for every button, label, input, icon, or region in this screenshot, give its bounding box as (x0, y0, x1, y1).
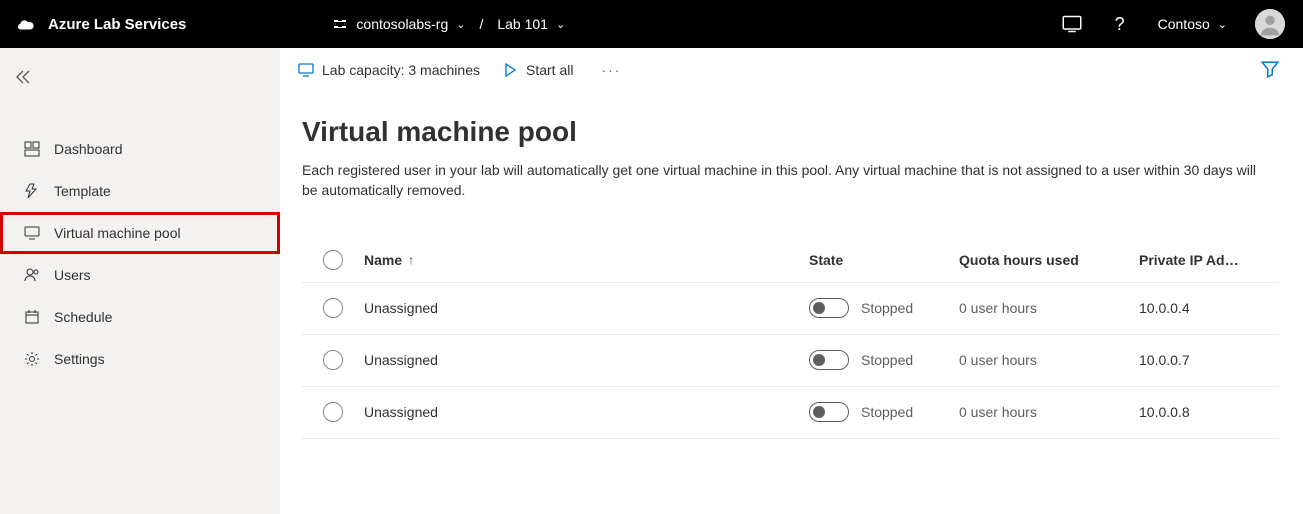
sidebar-item-label: Virtual machine pool (54, 225, 181, 241)
vm-state: Stopped (861, 404, 913, 420)
page-description: Each registered user in your lab will au… (302, 160, 1262, 201)
power-toggle[interactable] (809, 402, 849, 422)
row-select-checkbox[interactable] (323, 402, 343, 422)
users-icon (24, 267, 40, 283)
breadcrumb-resource-group[interactable]: contosolabs-rg ⌄ (332, 16, 465, 32)
filter-button[interactable] (1261, 60, 1285, 81)
breadcrumb-rg-label: contosolabs-rg (356, 16, 448, 32)
vm-ip: 10.0.0.8 (1139, 404, 1190, 420)
chevron-down-icon: ⌄ (556, 18, 565, 31)
sidebar-item-label: Template (54, 183, 111, 199)
sidebar-item-label: Users (54, 267, 91, 283)
sidebar-item-label: Schedule (54, 309, 112, 325)
sidebar-item-settings[interactable]: Settings (0, 338, 280, 380)
breadcrumb-lab-label: Lab 101 (497, 16, 548, 32)
vm-ip: 10.0.0.4 (1139, 300, 1190, 316)
user-menu[interactable]: Contoso ⌄ (1158, 16, 1227, 32)
play-icon (502, 62, 518, 78)
column-header-quota[interactable]: Quota hours used (959, 252, 1139, 268)
column-header-name[interactable]: Name ↑ (364, 252, 809, 268)
table-row[interactable]: Unassigned Stopped 0 user hours 10.0.0.8 (302, 387, 1279, 439)
top-right: ? Contoso ⌄ (1062, 9, 1303, 39)
column-name-label: Name (364, 252, 402, 268)
sort-ascending-icon: ↑ (408, 253, 414, 267)
sidebar: Dashboard Template Virtual machine pool … (0, 48, 280, 514)
sidebar-item-schedule[interactable]: Schedule (0, 296, 280, 338)
sidebar-item-template[interactable]: Template (0, 170, 280, 212)
column-header-ip[interactable]: Private IP Ad… (1139, 252, 1279, 268)
breadcrumb: contosolabs-rg ⌄ / Lab 101 ⌄ (332, 16, 565, 32)
breadcrumb-separator: / (475, 16, 487, 32)
breadcrumb-lab[interactable]: Lab 101 ⌄ (497, 16, 565, 32)
select-all-checkbox[interactable] (323, 250, 343, 270)
power-toggle[interactable] (809, 298, 849, 318)
row-select-checkbox[interactable] (323, 350, 343, 370)
main: Lab capacity: 3 machines Start all ··· V… (280, 48, 1303, 514)
sidebar-item-dashboard[interactable]: Dashboard (0, 128, 280, 170)
settings-icon (24, 351, 40, 367)
table-row[interactable]: Unassigned Stopped 0 user hours 10.0.0.4 (302, 283, 1279, 335)
vm-pool-icon (24, 225, 40, 241)
schedule-icon (24, 309, 40, 325)
top-bar: Azure Lab Services contosolabs-rg ⌄ / La… (0, 0, 1303, 48)
resource-group-icon (332, 16, 348, 32)
monitor-icon (298, 62, 314, 78)
dashboard-icon (24, 141, 40, 157)
start-all-label: Start all (526, 62, 573, 78)
more-commands-button[interactable]: ··· (595, 62, 627, 78)
vm-state: Stopped (861, 352, 913, 368)
collapse-sidebar-button[interactable] (0, 56, 46, 98)
vm-name: Unassigned (364, 352, 438, 368)
chevron-down-icon: ⌄ (456, 18, 465, 31)
brand[interactable]: Azure Lab Services (0, 13, 202, 35)
lab-capacity-label: Lab capacity: 3 machines (322, 62, 480, 78)
help-icon[interactable]: ? (1110, 14, 1130, 34)
table-row[interactable]: Unassigned Stopped 0 user hours 10.0.0.7 (302, 335, 1279, 387)
chevron-down-icon: ⌄ (1218, 18, 1227, 31)
page-title: Virtual machine pool (302, 116, 1279, 148)
sidebar-item-label: Settings (54, 351, 105, 367)
vm-quota: 0 user hours (959, 404, 1037, 420)
vm-state: Stopped (861, 300, 913, 316)
table-header: Name ↑ State Quota hours used Private IP… (302, 239, 1279, 283)
sidebar-item-label: Dashboard (54, 141, 123, 157)
vm-name: Unassigned (364, 300, 438, 316)
row-select-checkbox[interactable] (323, 298, 343, 318)
content: Virtual machine pool Each registered use… (280, 92, 1303, 439)
template-icon (24, 183, 40, 199)
vm-table: Name ↑ State Quota hours used Private IP… (302, 239, 1279, 439)
brand-text: Azure Lab Services (48, 16, 186, 33)
command-bar: Lab capacity: 3 machines Start all ··· (280, 48, 1303, 92)
monitor-icon[interactable] (1062, 14, 1082, 34)
azure-logo-icon (16, 13, 38, 35)
avatar[interactable] (1255, 9, 1285, 39)
user-name: Contoso (1158, 16, 1210, 32)
vm-quota: 0 user hours (959, 300, 1037, 316)
start-all-button[interactable]: Start all (502, 62, 573, 78)
lab-capacity-button[interactable]: Lab capacity: 3 machines (298, 62, 480, 78)
power-toggle[interactable] (809, 350, 849, 370)
sidebar-item-users[interactable]: Users (0, 254, 280, 296)
vm-name: Unassigned (364, 404, 438, 420)
column-header-state[interactable]: State (809, 252, 959, 268)
sidebar-item-vm-pool[interactable]: Virtual machine pool (0, 212, 280, 254)
vm-ip: 10.0.0.7 (1139, 352, 1190, 368)
vm-quota: 0 user hours (959, 352, 1037, 368)
